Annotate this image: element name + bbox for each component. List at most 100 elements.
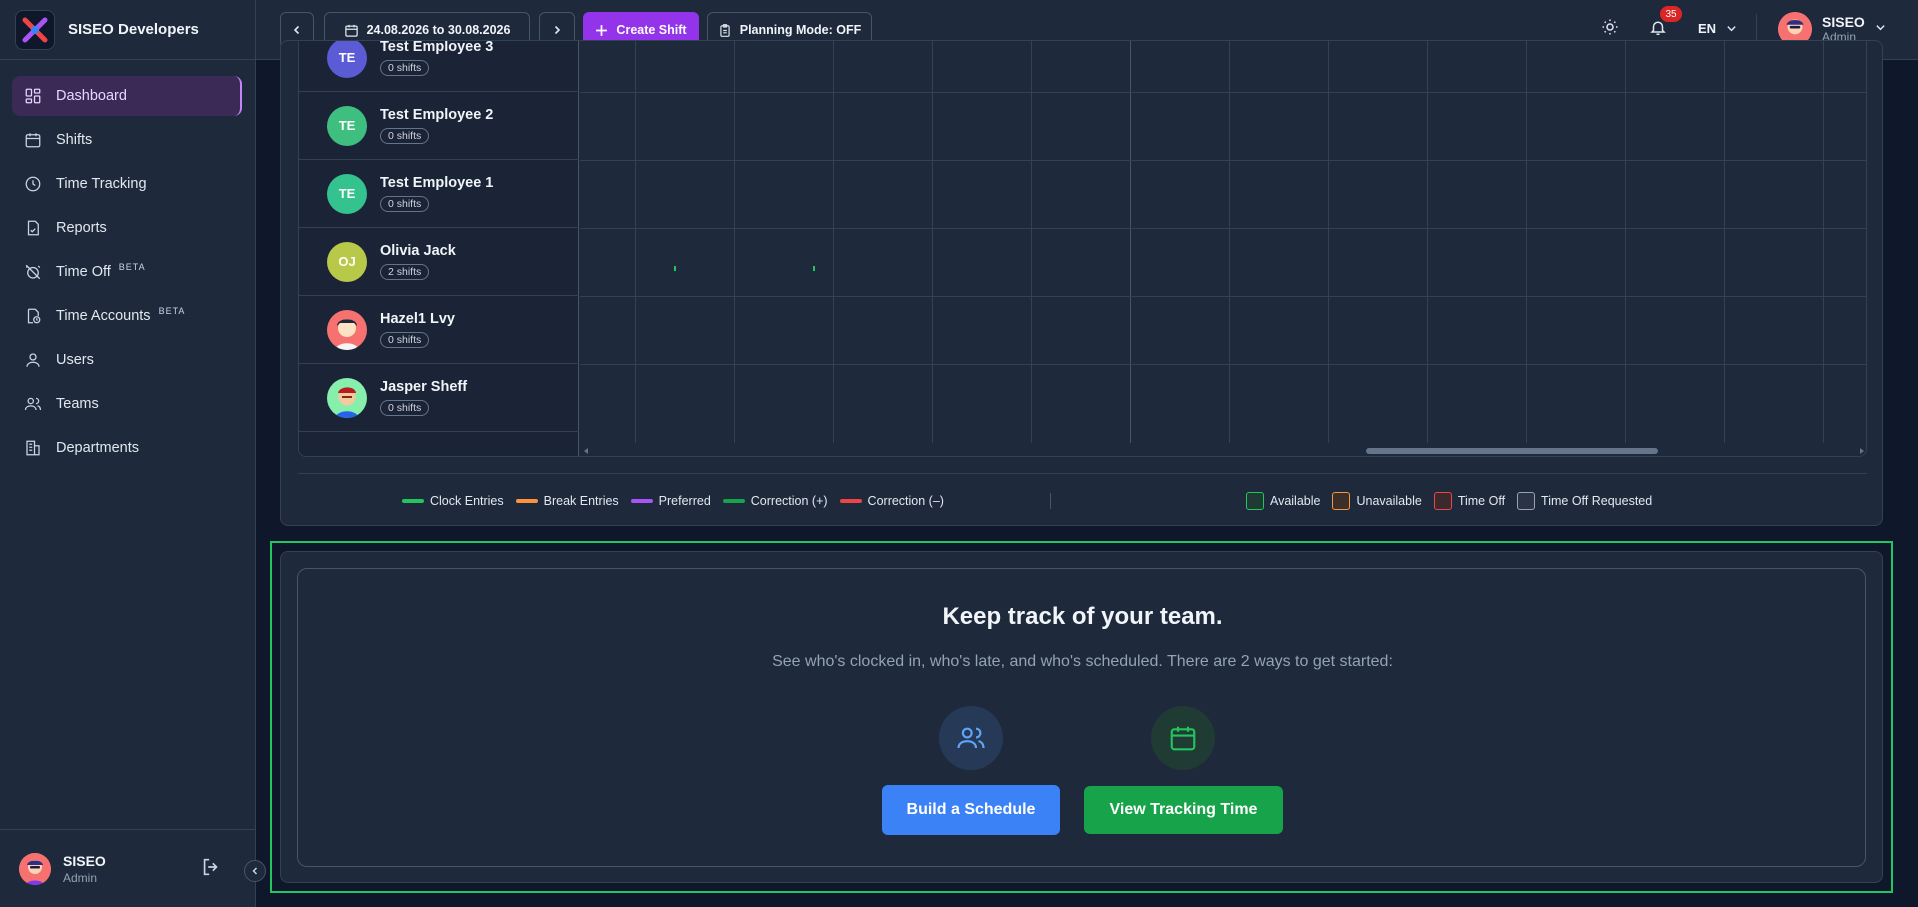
- beta-badge: BETA: [158, 306, 186, 316]
- calendar-icon: [1170, 726, 1196, 751]
- legend-swatch: [1332, 491, 1351, 510]
- sidebar-user-role: Admin: [63, 870, 98, 885]
- building-icon: [26, 440, 40, 456]
- language-select[interactable]: EN: [1698, 21, 1737, 36]
- grid-line: [833, 41, 834, 443]
- employee-name: Hazel1 Lvy: [380, 311, 455, 327]
- shift-count-badge: 0 shifts: [380, 332, 430, 348]
- schedule-cells[interactable]: [580, 41, 1866, 443]
- team-icon-circle: [939, 706, 1003, 770]
- topbar-user-name: SISEO: [1822, 14, 1865, 30]
- sidebar-item-time-tracking[interactable]: Time Tracking: [12, 164, 242, 204]
- sidebar-item-time-accounts[interactable]: Time Accounts BETA: [12, 296, 242, 336]
- employee-row[interactable]: TE Test Employee 3 0 shifts: [299, 41, 579, 92]
- employee-avatar: [327, 309, 367, 350]
- employee-row[interactable]: OJ Olivia Jack 2 shifts: [299, 228, 579, 296]
- employee-name: Jasper Sheff: [380, 379, 468, 395]
- grid-line: [932, 41, 933, 443]
- sidebar-item-label: Shifts: [56, 132, 93, 148]
- sidebar-item-departments[interactable]: Departments: [12, 428, 242, 468]
- get-started-title: Keep track of your team.: [942, 603, 1223, 630]
- employee-avatar: TE: [327, 105, 367, 146]
- logout-button[interactable]: [200, 856, 222, 883]
- legend-swatch: [1245, 491, 1264, 510]
- sidebar-item-shifts[interactable]: Shifts: [12, 120, 242, 160]
- employee-avatar: TE: [327, 41, 367, 78]
- employee-row[interactable]: Jasper Sheff 0 shifts: [299, 364, 579, 432]
- sidebar-item-label: Dashboard: [56, 88, 127, 104]
- employee-avatar: OJ: [327, 241, 367, 282]
- scroll-right-icon: [1860, 448, 1864, 454]
- grid-line: [1427, 41, 1428, 443]
- schedule-grid: TE Test Employee 3 0 shifts TE Test Empl…: [298, 41, 1867, 457]
- shift-count-badge: 0 shifts: [380, 400, 430, 416]
- chevron-down-icon: [1876, 24, 1885, 30]
- employee-row[interactable]: Hazel1 Lvy 0 shifts: [299, 296, 579, 364]
- employee-row[interactable]: TE Test Employee 1 0 shifts: [299, 160, 579, 228]
- shift-count-badge: 2 shifts: [380, 264, 430, 280]
- sidebar-item-label: Departments: [56, 440, 140, 456]
- teams-icon: [24, 397, 42, 411]
- sidebar-item-teams[interactable]: Teams: [12, 384, 242, 424]
- employee-name: Test Employee 2: [380, 107, 494, 123]
- employee-row[interactable]: TE Test Employee 2 0 shifts: [299, 92, 579, 160]
- build-schedule-button[interactable]: Build a Schedule: [882, 785, 1060, 835]
- sidebar-user[interactable]: SISEO Admin: [0, 829, 255, 907]
- legend-label: Clock Entries: [430, 493, 504, 508]
- schedule-panel: TE Test Employee 3 0 shifts TE Test Empl…: [280, 40, 1883, 526]
- notifications-button[interactable]: [1649, 18, 1667, 42]
- legend-swatch: [402, 498, 424, 503]
- shift-count-badge: 0 shifts: [380, 60, 430, 76]
- legend-swatch: [515, 498, 538, 503]
- report-icon: [27, 220, 39, 236]
- date-range-label: 24.08.2026 to 30.08.2026: [366, 23, 511, 37]
- legend-clock-entries: Clock Entries: [402, 494, 504, 508]
- view-tracking-time-button[interactable]: View Tracking Time: [1084, 786, 1283, 834]
- employee-column: TE Test Employee 3 0 shifts TE Test Empl…: [299, 41, 579, 456]
- logout-icon: [203, 858, 218, 876]
- sidebar-item-dashboard[interactable]: Dashboard: [12, 76, 242, 116]
- grid-line: [580, 296, 1866, 297]
- legend-swatch: [630, 498, 653, 503]
- get-started-subtitle: See who's clocked in, who's late, and wh…: [772, 653, 1393, 670]
- theme-toggle-button[interactable]: [1601, 18, 1619, 41]
- legend-available: Available: [1245, 491, 1320, 510]
- notification-count-badge: 35: [1660, 6, 1682, 22]
- clock-entry-marker[interactable]: [674, 266, 676, 271]
- legend-correction-plus: Correction (+): [722, 493, 828, 508]
- grid-line: [580, 364, 1866, 365]
- brand-logo-icon: [15, 9, 55, 50]
- clock-icon: [25, 176, 41, 192]
- chevron-down-icon: [1727, 26, 1736, 32]
- sidebar-item-reports[interactable]: Reports: [12, 208, 242, 248]
- sun-icon: [1602, 19, 1618, 35]
- calendar-icon: [25, 133, 41, 148]
- grid-line: [1328, 41, 1329, 443]
- sidebar-user-name: SISEO: [63, 852, 106, 869]
- employee-avatar: [327, 377, 367, 418]
- legend-label: Correction (+): [750, 493, 828, 508]
- grid-line: [1229, 41, 1230, 443]
- clock-entry-marker[interactable]: [813, 266, 815, 271]
- language-label: EN: [1698, 21, 1717, 36]
- grid-line: [734, 41, 735, 443]
- brand[interactable]: SISEO Developers: [0, 0, 255, 60]
- sidebar-item-label: Time Accounts: [56, 308, 151, 324]
- sidebar-item-time-off[interactable]: Time Off BETA: [12, 252, 242, 292]
- get-started-card: Keep track of your team. See who's clock…: [297, 568, 1866, 867]
- sidebar-collapse-button[interactable]: [244, 860, 266, 882]
- horizontal-scrollbar[interactable]: [580, 443, 1866, 456]
- user-icon: [26, 353, 40, 367]
- time-account-icon: [27, 308, 41, 324]
- grid-line: [580, 160, 1866, 161]
- clipboard-icon: [720, 23, 730, 37]
- employee-name: Olivia Jack: [380, 243, 456, 259]
- legend-label: Unavailable: [1356, 493, 1422, 508]
- legend-swatch: [722, 498, 745, 503]
- planning-mode-label: Planning Mode: OFF: [739, 23, 862, 37]
- calendar-icon-circle: [1151, 706, 1215, 770]
- sidebar-item-users[interactable]: Users: [12, 340, 242, 380]
- legend-label: Time Off: [1457, 493, 1506, 508]
- grid-line: [635, 41, 636, 443]
- scrollbar-thumb[interactable]: [1366, 448, 1658, 454]
